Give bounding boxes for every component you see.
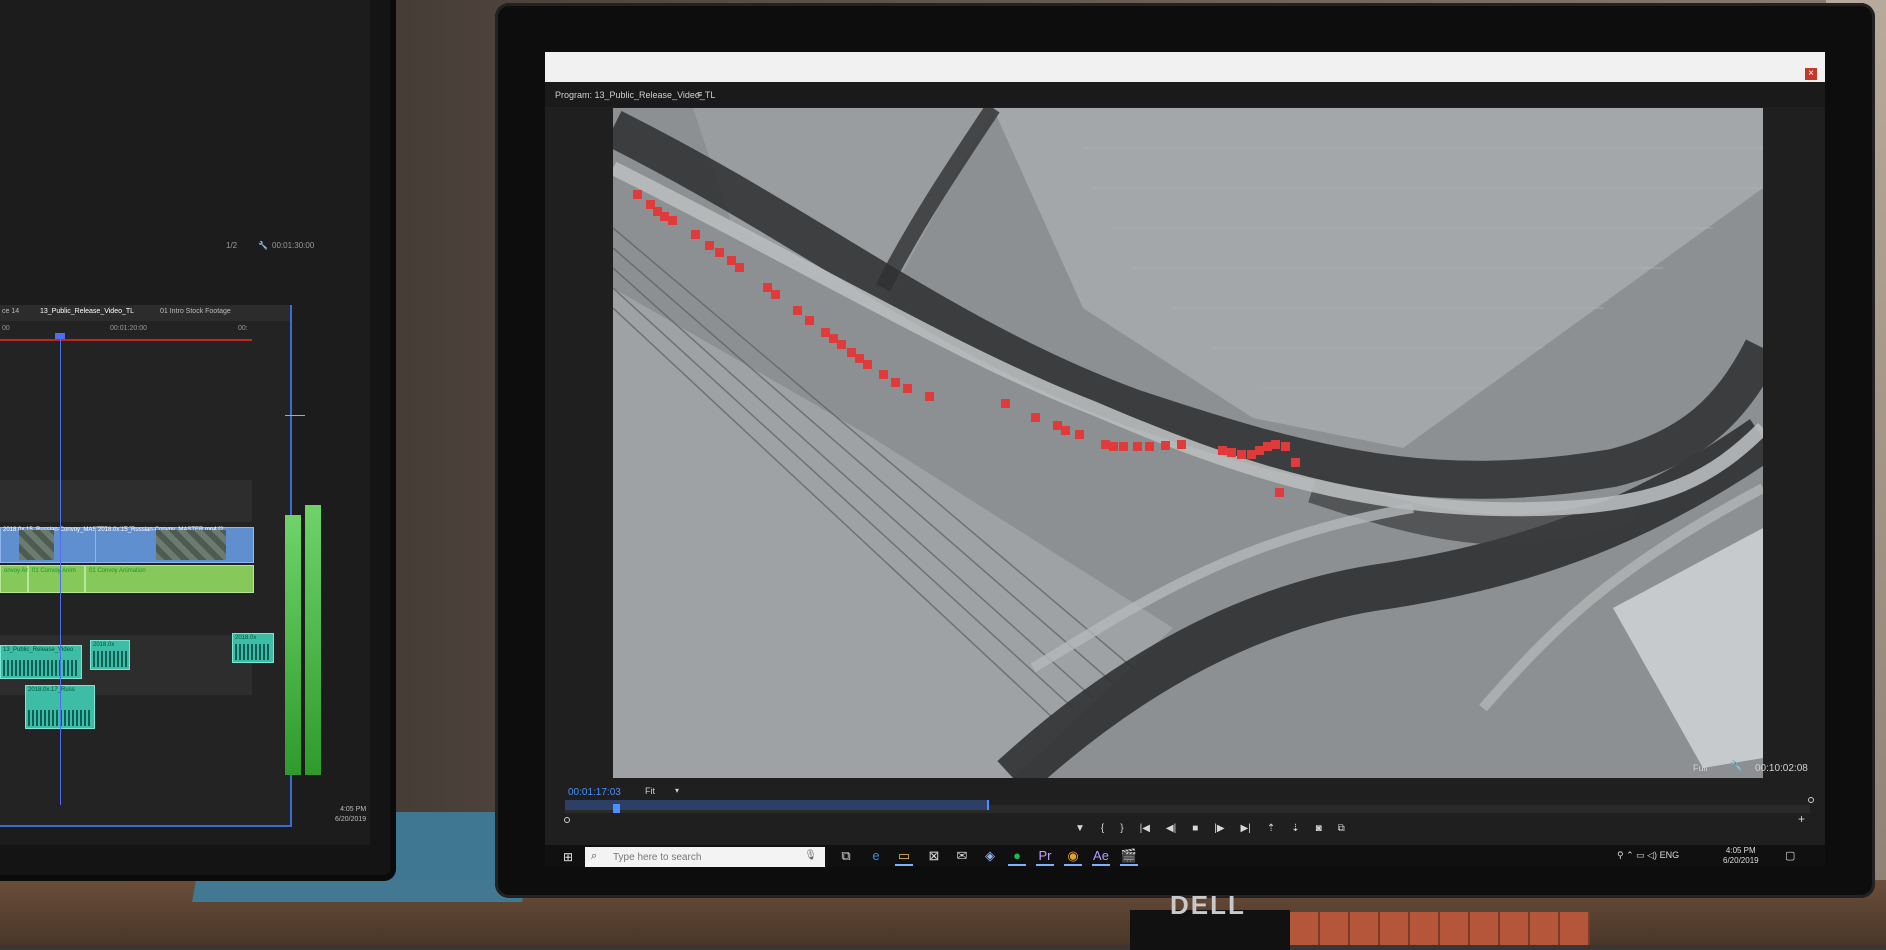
add-marker-button[interactable]: ▼: [1075, 823, 1085, 839]
windows-start-icon[interactable]: ⊞: [563, 850, 573, 864]
search-placeholder: Type here to search: [613, 852, 702, 863]
duration-timecode: 00:10:02:08: [1755, 763, 1808, 774]
graphic-clip[interactable]: onvoy Ani: [0, 565, 30, 593]
video-clip[interactable]: 2018.0x.15_Russian-Convoy_MASTER.mp4 [30…: [0, 527, 133, 563]
tab-public-release[interactable]: 13_Public_Release_Video_TL: [40, 308, 134, 315]
left-monitor-screen: 1/2 🔧 00:01:30:00 ce 14 13_Public_Releas…: [0, 0, 370, 845]
resolution-select[interactable]: Full: [1693, 763, 1708, 773]
extract-button[interactable]: ⇣: [1291, 823, 1299, 839]
store-icon[interactable]: ⊠: [925, 848, 943, 864]
add-button[interactable]: +: [1798, 812, 1805, 826]
stop-button[interactable]: ■: [1192, 823, 1198, 839]
meter-bar-left: [285, 515, 301, 775]
mail-icon[interactable]: ✉: [953, 848, 971, 864]
ruler-label: 00: [2, 325, 10, 332]
adobe-media-encoder-icon[interactable]: Ae: [1092, 848, 1110, 866]
go-to-out-button[interactable]: ▶|: [1241, 823, 1251, 839]
task-view-icon[interactable]: ⧉: [837, 848, 855, 864]
chrome-icon[interactable]: ◉: [1064, 848, 1082, 866]
main-screen: × Program: 13_Public_Release_Video_TL ≡: [545, 52, 1825, 867]
close-button[interactable]: ×: [1805, 68, 1817, 80]
lift-button[interactable]: ⇡: [1267, 823, 1275, 839]
chevron-down-icon[interactable]: ▾: [675, 786, 679, 795]
go-to-in-button[interactable]: |◀: [1140, 823, 1150, 839]
ruler-label: 00:: [238, 325, 248, 332]
microphone-icon[interactable]: 🎙: [804, 850, 817, 861]
mark-out-button[interactable]: }: [1120, 823, 1123, 839]
video-track-empty: [0, 480, 252, 522]
scrub-in-handle[interactable]: [564, 817, 570, 823]
settings-wrench-icon[interactable]: 🔧: [1730, 761, 1742, 772]
program-video-frame[interactable]: [613, 108, 1763, 778]
export-frame-button[interactable]: ◙: [1316, 823, 1322, 839]
clip-thumbnail: [156, 530, 226, 560]
audio-clip[interactable]: 13_Public_Release_Video: [0, 645, 82, 679]
wrench-icon[interactable]: 🔧: [258, 241, 268, 250]
edge-icon[interactable]: e: [867, 848, 885, 864]
clapperboard-icon[interactable]: 🎬: [1120, 848, 1138, 866]
meter-bar-right: [305, 505, 321, 775]
program-panel-title[interactable]: Program: 13_Public_Release_Video_TL: [555, 90, 715, 100]
top-timecode: 00:01:30:00: [272, 241, 315, 250]
search-icon: ⌕: [591, 850, 598, 862]
clip-thumbnail: [19, 530, 54, 560]
tab-sequence-14[interactable]: ce 14: [2, 308, 19, 315]
graphic-clip[interactable]: 01 Convoy Anim: [28, 565, 85, 593]
ruler-label: 00:01:20:00: [110, 325, 147, 332]
timeline-ruler[interactable]: 00 00:01:20:00 00:: [0, 323, 270, 337]
taskbar-clock[interactable]: 4:05 PM 6/20/2019: [1723, 846, 1759, 866]
current-timecode[interactable]: 00:01:17:03: [568, 787, 621, 798]
step-forward-button[interactable]: |▶: [1214, 823, 1224, 839]
aerial-footage: [613, 108, 1763, 778]
network-app-icon[interactable]: ◈: [981, 848, 999, 864]
spotify-icon[interactable]: ●: [1008, 848, 1026, 866]
compare-view-button[interactable]: ⧉: [1338, 823, 1345, 839]
premiere-pro-icon[interactable]: Pr: [1036, 848, 1054, 866]
render-bar: [0, 339, 252, 341]
left-monitor: 1/2 🔧 00:01:30:00 ce 14 13_Public_Releas…: [0, 0, 390, 875]
scrub-out-handle[interactable]: [1808, 797, 1814, 803]
scrub-zoom-range[interactable]: [565, 800, 989, 810]
taskbar-search-input[interactable]: ⌕ Type here to search 🎙: [585, 847, 825, 867]
scrub-playhead[interactable]: [613, 804, 620, 813]
meter-peak: [285, 415, 305, 416]
window-titlebar[interactable]: ×: [545, 52, 1825, 82]
transport-controls: ▼ { } |◀ ◀| ■ |▶ ▶| ⇡ ⇣ ◙ ⧉: [1075, 823, 1345, 839]
audio-meter: [285, 295, 355, 775]
video-clip[interactable]: 2018.0x.15_Russian-Convoy_MASTER.mp4 [2: [95, 527, 254, 563]
graphic-clip[interactable]: 01 Convoy Animation: [85, 565, 254, 593]
file-explorer-icon[interactable]: ▭: [895, 848, 913, 866]
left-clock: 4:05 PM 6/20/2019: [335, 806, 367, 823]
audio-clip[interactable]: 2018.0x: [90, 640, 130, 670]
step-back-button[interactable]: ◀|: [1166, 823, 1176, 839]
left-panel-top-bar: 1/2 🔧 00:01:30:00: [0, 235, 330, 257]
zoom-select[interactable]: Fit: [645, 786, 655, 796]
program-panel-header: Program: 13_Public_Release_Video_TL ≡: [545, 82, 1825, 107]
timeline-tabs: ce 14 13_Public_Release_Video_TL 01 Intr…: [0, 305, 290, 321]
windows-taskbar: ⊞ ⌕ Type here to search 🎙 ⧉ e ▭ ⊠ ✉ ◈ ● …: [545, 845, 1825, 867]
page-fraction: 1/2: [226, 241, 238, 250]
tab-intro-stock[interactable]: 01 Intro Stock Footage: [160, 308, 231, 315]
monitor-logo: DELL: [1170, 890, 1246, 920]
timeline-playhead[interactable]: [60, 335, 61, 805]
audio-clip[interactable]: 2018.0x: [232, 633, 274, 663]
notification-icon[interactable]: ▢: [1785, 849, 1795, 862]
tray-language[interactable]: ENG: [1660, 850, 1680, 860]
panel-menu-icon[interactable]: ≡: [697, 89, 702, 99]
mark-in-button[interactable]: {: [1101, 823, 1104, 839]
system-tray[interactable]: ⚲ ⌃ ▭ ◁) ENG: [1617, 850, 1679, 861]
timeline-panel[interactable]: ce 14 13_Public_Release_Video_TL 01 Intr…: [0, 305, 292, 827]
